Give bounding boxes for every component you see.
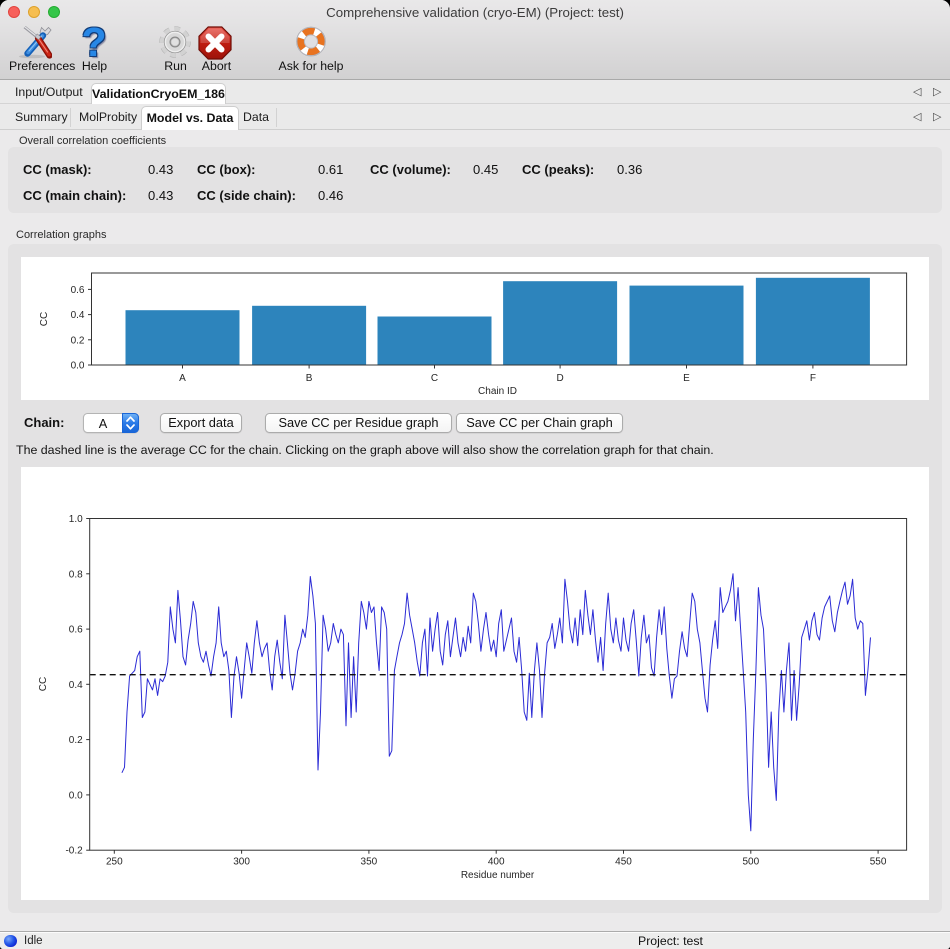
svg-text:0.8: 0.8 — [69, 569, 83, 580]
svg-text:CC: CC — [39, 312, 50, 326]
svg-text:0.4: 0.4 — [69, 680, 83, 691]
svg-text:1.0: 1.0 — [69, 514, 83, 525]
svg-text:E: E — [683, 373, 690, 384]
svg-text:0.6: 0.6 — [71, 285, 85, 296]
svg-text:300: 300 — [233, 857, 250, 868]
svg-text:CC: CC — [38, 677, 49, 691]
svg-text:D: D — [556, 373, 563, 384]
svg-text:A: A — [179, 373, 186, 384]
svg-text:450: 450 — [615, 857, 632, 868]
svg-text:500: 500 — [742, 857, 759, 868]
svg-text:400: 400 — [488, 857, 505, 868]
svg-text:0.2: 0.2 — [71, 335, 85, 346]
svg-text:0.4: 0.4 — [71, 310, 85, 321]
svg-text:Chain ID: Chain ID — [478, 386, 517, 397]
svg-text:0.6: 0.6 — [69, 625, 83, 636]
svg-text:250: 250 — [106, 857, 123, 868]
svg-text:0.0: 0.0 — [69, 790, 83, 801]
svg-text:F: F — [810, 373, 816, 384]
svg-text:-0.2: -0.2 — [65, 846, 83, 857]
svg-text:Residue number: Residue number — [461, 870, 535, 881]
svg-text:0.2: 0.2 — [69, 735, 83, 746]
svg-text:350: 350 — [361, 857, 378, 868]
svg-text:C: C — [431, 373, 438, 384]
svg-text:0.0: 0.0 — [71, 361, 85, 372]
svg-text:550: 550 — [870, 857, 887, 868]
svg-text:B: B — [306, 373, 313, 384]
